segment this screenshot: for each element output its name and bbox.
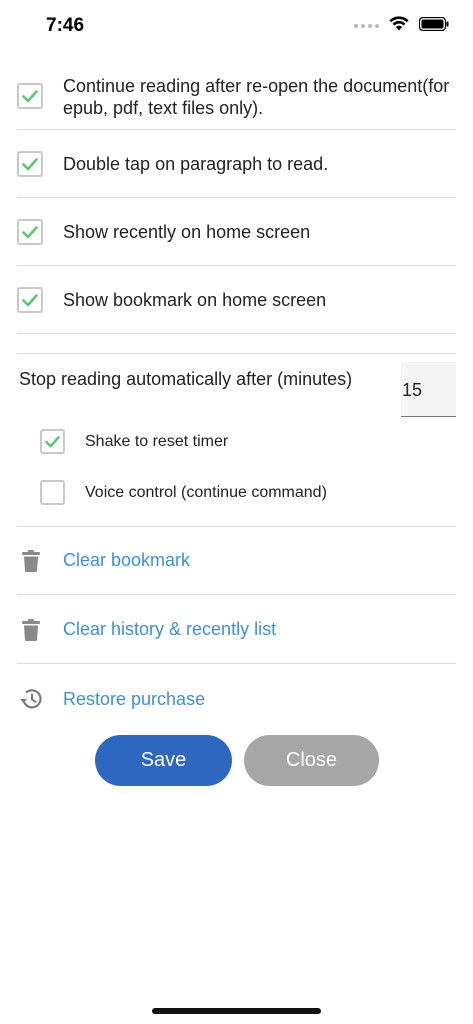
double-tap-checkbox[interactable]: [17, 150, 43, 177]
status-icons: [354, 16, 449, 31]
voice-control-checkbox[interactable]: [40, 480, 65, 505]
show-recently-label: Show recently on home screen: [63, 221, 311, 242]
battery-icon: [419, 16, 449, 31]
trash-icon: [18, 549, 44, 572]
divider: [17, 353, 456, 354]
status-time: 7:46: [46, 15, 85, 36]
shake-reset-checkbox[interactable]: [40, 429, 65, 454]
checkmark-icon: [22, 157, 38, 170]
timer-minutes-input[interactable]: [401, 362, 456, 417]
checkmark-icon: [45, 436, 60, 448]
restore-history-icon: [18, 687, 44, 711]
stop-reading-timer-label: Stop reading automatically after (minute…: [19, 369, 353, 389]
continue-reading-label: Continue reading after re-open the docum…: [63, 75, 450, 118]
show-recently-checkbox[interactable]: [17, 218, 43, 245]
option-voice-control[interactable]: Voice control (continue command): [40, 480, 327, 505]
clear-bookmark-action[interactable]: Clear bookmark: [17, 527, 456, 595]
restore-purchase-label: Restore purchase: [63, 688, 206, 709]
setting-double-tap[interactable]: Double tap on paragraph to read.: [17, 130, 456, 198]
status-bar: 7:46: [0, 0, 473, 52]
clear-history-action[interactable]: Clear history & recently list: [17, 596, 456, 664]
voice-control-label: Voice control (continue command): [85, 483, 327, 501]
clear-history-label: Clear history & recently list: [63, 619, 277, 639]
setting-continue-reading[interactable]: Continue reading after re-open the docum…: [17, 62, 456, 130]
checkmark-icon: [22, 89, 38, 102]
shake-reset-label: Shake to reset timer: [85, 432, 229, 450]
checkmark-icon: [22, 225, 38, 238]
show-bookmark-checkbox[interactable]: [17, 286, 43, 313]
wifi-icon: [389, 16, 409, 31]
save-button[interactable]: Save: [95, 735, 232, 786]
setting-show-bookmark[interactable]: Show bookmark on home screen: [17, 266, 456, 334]
close-button[interactable]: Close: [244, 735, 379, 786]
checkmark-icon: [22, 293, 38, 306]
continue-reading-checkbox[interactable]: [17, 82, 43, 109]
show-bookmark-label: Show bookmark on home screen: [63, 289, 327, 310]
cellular-signal-icon: [354, 23, 379, 28]
home-indicator[interactable]: [152, 1008, 321, 1014]
double-tap-label: Double tap on paragraph to read.: [63, 153, 329, 174]
restore-purchase-action[interactable]: Restore purchase: [17, 665, 456, 733]
settings-screen: 7:46 Continue reading after re-open the …: [0, 0, 473, 1024]
clear-bookmark-label: Clear bookmark: [63, 550, 191, 570]
trash-icon: [18, 618, 44, 641]
setting-show-recently[interactable]: Show recently on home screen: [17, 198, 456, 266]
option-shake-reset[interactable]: Shake to reset timer: [40, 429, 228, 454]
